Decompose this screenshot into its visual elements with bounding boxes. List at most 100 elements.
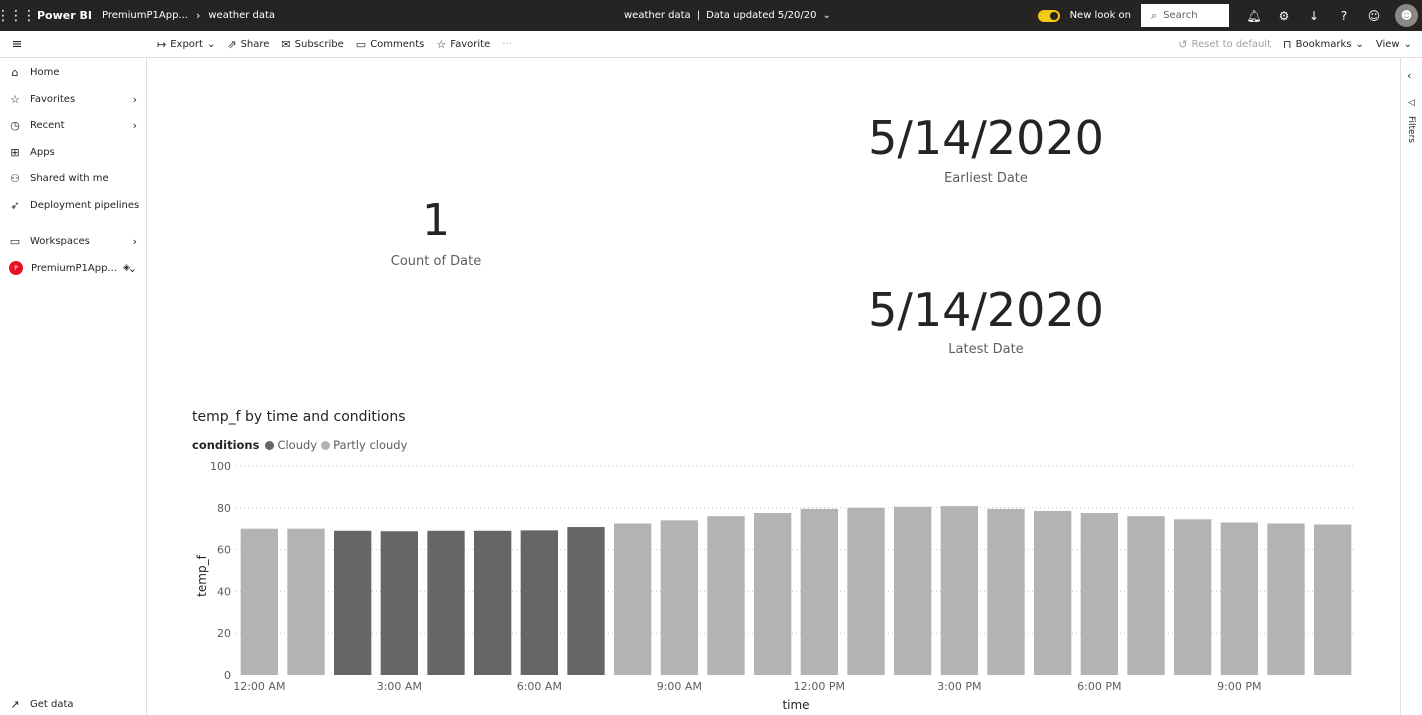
bookmarks-button[interactable]: ⊓ Bookmarks ⌄ xyxy=(1283,38,1364,51)
chart-bar[interactable] xyxy=(567,527,605,675)
chevron-left-icon[interactable]: ‹ xyxy=(1407,69,1411,82)
sidebar-item-favorites[interactable]: ☆ Favorites › xyxy=(0,88,147,110)
y-tick-label: 80 xyxy=(217,502,231,515)
sidebar-item-get-data[interactable]: ↗ Get data xyxy=(0,693,147,715)
sidebar-item-label: Home xyxy=(30,66,60,78)
breadcrumb-report: weather data xyxy=(208,10,276,21)
hamburger-menu-icon[interactable]: ≡ xyxy=(0,37,34,52)
legend-label: Cloudy xyxy=(277,438,318,452)
latest-date-card-value: 5/14/2020 xyxy=(868,283,1104,337)
chart-bar[interactable] xyxy=(380,531,418,675)
help-icon[interactable]: ? xyxy=(1332,9,1356,23)
legend-swatch-cloudy xyxy=(265,440,275,450)
chart-bar[interactable] xyxy=(1080,513,1118,675)
chart-title: temp_f by time and conditions xyxy=(192,409,406,425)
y-axis-label: temp_f xyxy=(195,554,209,596)
chart-bar[interactable] xyxy=(1174,519,1212,675)
brand-label[interactable]: Power BI xyxy=(37,9,92,22)
chart-bar[interactable] xyxy=(754,513,792,675)
chart-bar[interactable] xyxy=(474,530,512,675)
subscribe-button[interactable]: ✉ Subscribe xyxy=(281,38,343,51)
chart-bar[interactable] xyxy=(660,520,698,675)
chart-bar[interactable] xyxy=(1034,510,1072,675)
favorite-label: Favorite xyxy=(450,38,491,50)
avatar[interactable]: ☻ xyxy=(1395,4,1418,27)
chart-bar[interactable] xyxy=(1127,516,1165,675)
search-placeholder: Search xyxy=(1163,10,1198,21)
chart-bar[interactable] xyxy=(707,516,745,675)
new-look-toggle[interactable] xyxy=(1037,9,1060,22)
share-button[interactable]: ⇗ Share xyxy=(227,38,269,51)
view-button[interactable]: View ⌄ xyxy=(1376,39,1412,50)
chart-bar[interactable] xyxy=(427,530,465,675)
comment-icon: ▭ xyxy=(355,37,367,51)
sidebar-item-label: Recent xyxy=(30,119,65,131)
x-tick-label: 3:00 PM xyxy=(937,680,981,693)
search-input[interactable]: ⌕ Search xyxy=(1141,4,1229,27)
filters-pane-collapsed[interactable]: ‹ ◁ Filters xyxy=(1400,58,1422,715)
export-label: Export xyxy=(170,38,203,50)
chart-bar[interactable] xyxy=(614,523,652,675)
sidebar-item-recent[interactable]: ◷ Recent › xyxy=(0,114,147,136)
sidebar-item-home[interactable]: ⌂ Home xyxy=(0,61,147,83)
chart-bar[interactable] xyxy=(940,506,978,675)
chart-bar[interactable] xyxy=(847,507,885,675)
chevron-down-icon: ⌄ xyxy=(1355,38,1364,50)
y-tick-label: 100 xyxy=(210,460,231,473)
breadcrumb-workspace[interactable]: PremiumP1App... xyxy=(102,10,188,21)
chart-bar[interactable] xyxy=(1220,522,1258,675)
rocket-icon: ➶ xyxy=(10,198,20,212)
sidebar-item-apps[interactable]: ⊞ Apps xyxy=(0,141,147,163)
chart-bar[interactable] xyxy=(987,508,1025,675)
earliest-date-card-label: Earliest Date xyxy=(944,171,1028,186)
more-options-button[interactable]: ··· xyxy=(502,39,512,50)
search-icon: ⌕ xyxy=(1151,8,1158,22)
chart-bar[interactable] xyxy=(800,508,838,675)
chart-bar[interactable] xyxy=(520,530,558,675)
sidebar-item-workspace-current[interactable]: P PremiumP1App... ◈ ⌄ xyxy=(0,257,147,279)
notifications-icon[interactable]: 🔔︎ xyxy=(1242,9,1266,23)
y-tick-label: 20 xyxy=(217,627,231,640)
x-tick-label: 3:00 AM xyxy=(377,680,422,693)
bar-chart: temp_f time 0 20 40 60 80 100 12:00 AM 3:00 AM 6… xyxy=(195,460,1356,712)
chart-legend: conditions Cloudy Partly cloudy xyxy=(192,438,411,452)
workspace-avatar: P xyxy=(9,261,23,275)
chart-bar[interactable] xyxy=(287,528,325,675)
feedback-smiley-icon[interactable]: ☺ xyxy=(1362,9,1386,23)
share-icon: ⇗ xyxy=(227,37,237,51)
download-icon[interactable]: ↓ xyxy=(1302,9,1326,23)
bookmark-icon: ⊓ xyxy=(1283,37,1292,51)
favorite-button[interactable]: ☆ Favorite xyxy=(436,38,490,51)
chart-bar[interactable] xyxy=(1314,524,1352,675)
chart-bar[interactable] xyxy=(894,506,932,675)
chart-bar[interactable] xyxy=(240,528,278,675)
sidebar-item-deployment-pipelines[interactable]: ➶ Deployment pipelines xyxy=(0,194,147,216)
chart-bar[interactable] xyxy=(334,530,372,675)
legend-item-cloudy[interactable]: Cloudy xyxy=(265,438,317,452)
gear-icon[interactable]: ⚙ xyxy=(1272,9,1296,23)
legend-label: Partly cloudy xyxy=(333,438,408,452)
chart-bar[interactable] xyxy=(1267,523,1305,675)
filters-label: Filters xyxy=(1406,116,1416,143)
legend-item-partly-cloudy[interactable]: Partly cloudy xyxy=(321,438,407,452)
reset-to-default-button[interactable]: ↺ Reset to default xyxy=(1178,38,1271,51)
comments-label: Comments xyxy=(370,38,425,50)
comments-button[interactable]: ▭ Comments xyxy=(356,38,425,51)
legend-title: conditions xyxy=(192,438,260,452)
x-tick-label: 9:00 AM xyxy=(657,680,702,693)
export-button[interactable]: ↦ Export ⌄ xyxy=(157,38,215,51)
sidebar-item-label: Apps xyxy=(30,146,55,158)
app-launcher-icon[interactable]: ⋮⋮⋮ xyxy=(0,0,36,31)
x-axis-label: time xyxy=(782,698,809,712)
sidebar-item-shared[interactable]: ⚇ Shared with me xyxy=(0,167,147,189)
sidebar-item-workspaces[interactable]: ▭ Workspaces › xyxy=(0,230,147,252)
chevron-right-icon: › xyxy=(195,9,201,22)
reset-label: Reset to default xyxy=(1191,38,1272,50)
count-card-value: 1 xyxy=(422,195,450,246)
top-bar: ⋮⋮⋮ Power BI PremiumP1App... › weather d… xyxy=(0,0,1422,31)
sidebar-item-label: PremiumP1App... xyxy=(31,262,117,274)
sidebar-item-label: Workspaces xyxy=(30,235,90,247)
chevron-down-icon: ⌄ xyxy=(127,261,137,275)
earliest-date-card-value: 5/14/2020 xyxy=(868,111,1104,165)
report-title-menu[interactable]: weather data | Data updated 5/20/20 ⌄ xyxy=(624,0,831,31)
